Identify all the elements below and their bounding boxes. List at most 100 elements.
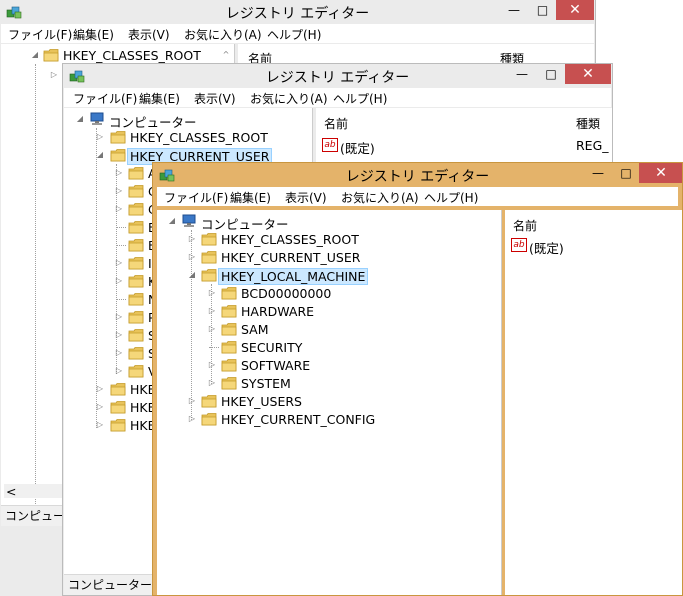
collapsed-arrow-icon[interactable]: ▷ <box>114 164 124 182</box>
menu-help[interactable]: ヘルプ(H) <box>424 189 478 206</box>
collapsed-arrow-icon[interactable]: ▷ <box>114 254 124 272</box>
menu-bar: ファイル(F) 編集(E) 表示(V) お気に入り(A) ヘルプ(H) <box>64 88 611 107</box>
folder-icon <box>128 274 144 288</box>
minimize-button[interactable]: — <box>583 163 613 183</box>
collapsed-arrow-icon[interactable]: ▷ <box>114 182 124 200</box>
column-type[interactable]: 種類 <box>576 115 600 132</box>
collapsed-arrow-icon[interactable]: ▷ <box>114 326 124 344</box>
registry-editor-window-3: レジストリ エディター — □ ✕ ファイル(F) 編集(E) 表示(V) お気… <box>152 162 683 596</box>
collapsed-arrow-icon[interactable]: ▷ <box>207 302 217 320</box>
expanded-arrow-icon[interactable]: ◢ <box>75 110 85 128</box>
menu-view[interactable]: 表示(V) <box>194 90 236 107</box>
collapsed-arrow-icon[interactable]: ▷ <box>114 200 124 218</box>
tree-item-subkey[interactable]: ▷ BCD00000000 <box>157 284 497 302</box>
collapsed-arrow-icon[interactable]: ▷ <box>95 416 105 434</box>
collapsed-arrow-icon[interactable]: ▷ <box>207 356 217 374</box>
menu-edit[interactable]: 編集(E) <box>73 26 114 43</box>
menu-edit[interactable]: 編集(E) <box>230 189 271 206</box>
collapsed-arrow-icon[interactable]: ▷ <box>114 308 124 326</box>
folder-icon <box>201 268 217 282</box>
tree-item-hkey[interactable]: ▷ HKEY_CLASSES_ROOT <box>157 230 497 248</box>
tree-line <box>209 347 219 348</box>
folder-icon <box>110 130 126 144</box>
menu-help[interactable]: ヘルプ(H) <box>267 26 321 43</box>
collapsed-arrow-icon[interactable]: ▷ <box>187 230 197 248</box>
expanded-arrow-icon[interactable]: ◢ <box>167 212 177 230</box>
collapsed-arrow-icon[interactable]: ▷ <box>95 398 105 416</box>
column-name[interactable]: 名前 <box>513 217 537 234</box>
close-button[interactable]: ✕ <box>556 0 594 20</box>
folder-icon <box>110 418 126 432</box>
collapsed-arrow-icon[interactable]: ▷ <box>114 344 124 362</box>
menu-file[interactable]: ファイル(F) <box>73 90 137 107</box>
collapsed-arrow-icon[interactable]: ▷ <box>114 362 124 380</box>
menu-view[interactable]: 表示(V) <box>128 26 170 43</box>
tree-item-label: BCD00000000 <box>241 286 332 301</box>
menu-favorites[interactable]: お気に入り(A) <box>341 189 419 206</box>
tree-item-hkey-classes-root[interactable]: ◢ HKEY_CLASSES_ROOT <box>1 46 231 64</box>
column-name[interactable]: 名前 <box>324 115 348 132</box>
tree-line <box>116 245 126 246</box>
menu-help[interactable]: ヘルプ(H) <box>333 90 387 107</box>
close-button[interactable]: ✕ <box>565 64 611 84</box>
value-row[interactable]: ab (既定) REG_ <box>320 136 610 156</box>
folder-icon <box>221 304 237 318</box>
folder-icon <box>221 286 237 300</box>
scroll-left-icon[interactable]: < <box>6 484 16 499</box>
string-value-icon: ab <box>511 238 527 252</box>
menu-favorites[interactable]: お気に入り(A) <box>250 90 328 107</box>
tree-item-computer[interactable]: ◢ コンピューター <box>157 212 497 232</box>
title-bar[interactable]: レジストリ エディター — □ ✕ <box>0 0 595 24</box>
menu-file[interactable]: ファイル(F) <box>8 26 72 43</box>
collapsed-arrow-icon[interactable]: ▷ <box>207 320 217 338</box>
maximize-button[interactable]: □ <box>529 0 556 20</box>
collapsed-arrow-icon[interactable]: ▷ <box>207 374 217 392</box>
menu-edit[interactable]: 編集(E) <box>139 90 180 107</box>
tree-item-hkey[interactable]: ◢ HKEY_LOCAL_MACHINE <box>157 266 497 285</box>
collapsed-arrow-icon[interactable]: ▷ <box>95 380 105 398</box>
menu-file[interactable]: ファイル(F) <box>164 189 228 206</box>
collapsed-arrow-icon[interactable]: ▷ <box>207 284 217 302</box>
expanded-arrow-icon[interactable]: ◢ <box>95 146 105 164</box>
folder-icon <box>221 358 237 372</box>
tree-item-label: HKEY_CLASSES_ROOT <box>221 232 359 247</box>
maximize-button[interactable]: □ <box>613 163 639 183</box>
folder-icon <box>201 394 217 408</box>
collapsed-arrow-icon[interactable]: ▷ <box>95 128 105 146</box>
menu-favorites[interactable]: お気に入り(A) <box>184 26 262 43</box>
collapsed-arrow-icon[interactable]: ▷ <box>187 410 197 428</box>
folder-icon <box>128 310 144 324</box>
maximize-button[interactable]: □ <box>537 64 565 84</box>
folder-icon <box>43 48 59 62</box>
tree-item-subkey[interactable]: ▷ SYSTEM <box>157 374 497 392</box>
value-row[interactable]: ab (既定) <box>509 236 679 256</box>
close-button[interactable]: ✕ <box>639 163 682 183</box>
list-pane[interactable]: 名前 ab (既定) <box>505 210 682 595</box>
tree-item-subkey[interactable]: SECURITY <box>157 338 497 356</box>
tree-item-subkey[interactable]: ▷ HARDWARE <box>157 302 497 320</box>
expanded-arrow-icon[interactable]: ◢ <box>187 266 197 284</box>
collapsed-arrow-icon[interactable]: ▷ <box>187 248 197 266</box>
tree-item-subkey[interactable]: ▷ SOFTWARE <box>157 356 497 374</box>
title-bar[interactable]: レジストリ エディター — □ ✕ <box>63 64 612 88</box>
tree-item-label: HKEY_CURRENT_USER <box>221 250 361 265</box>
minimize-button[interactable]: — <box>507 64 537 84</box>
tree-item-label: SAM <box>241 322 269 337</box>
title-bar[interactable]: レジストリ エディター — □ ✕ <box>153 163 682 187</box>
tree-item-label: HKEY_CLASSES_ROOT <box>130 130 268 145</box>
tree-item-subkey[interactable]: ▷ SAM <box>157 320 497 338</box>
tree-item-hkey[interactable]: ▷ HKEY_USERS <box>157 392 497 410</box>
collapsed-arrow-icon[interactable]: ▷ <box>49 66 59 84</box>
expanded-arrow-icon[interactable]: ◢ <box>30 46 40 64</box>
tree-item-hkey[interactable]: ▷ HKEY_CURRENT_CONFIG <box>157 410 497 428</box>
menu-view[interactable]: 表示(V) <box>285 189 327 206</box>
minimize-button[interactable]: — <box>499 0 529 20</box>
collapsed-arrow-icon[interactable]: ▷ <box>114 272 124 290</box>
tree-item-computer[interactable]: ◢ コンピューター <box>64 110 304 130</box>
tree-pane[interactable]: ◢ コンピューター ▷ HKEY_CLASSES_ROOT ▷ HKEY_CURREN… <box>157 210 502 595</box>
tree-item-hkey-classes-root[interactable]: ▷ HKEY_CLASSES_ROOT <box>64 128 304 146</box>
tree-item-label: HKEY_CURRENT_CONFIG <box>221 412 376 427</box>
scroll-up-icon[interactable]: ^ <box>221 46 231 64</box>
collapsed-arrow-icon[interactable]: ▷ <box>187 392 197 410</box>
tree-item-hkey[interactable]: ▷ HKEY_CURRENT_USER <box>157 248 497 266</box>
